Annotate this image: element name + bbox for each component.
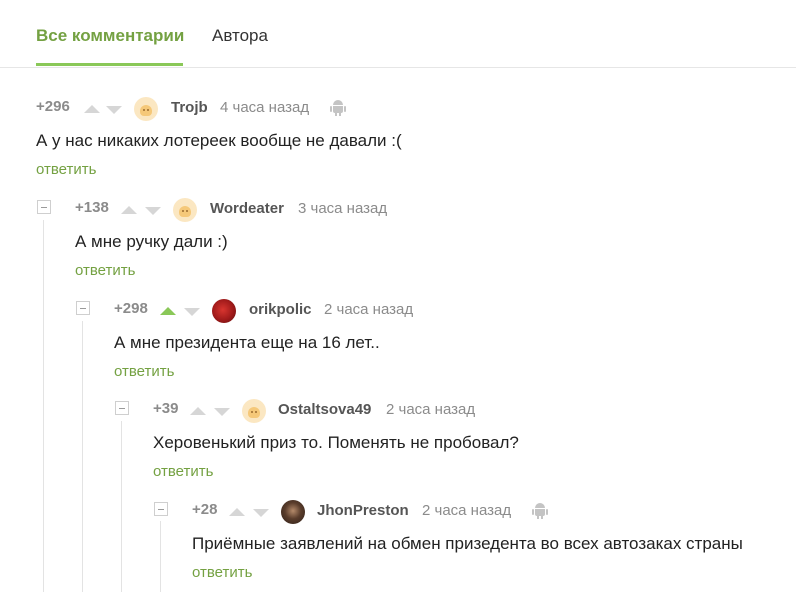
comment-username[interactable]: orikpolic	[249, 301, 312, 318]
comment-username[interactable]: Trojb	[171, 99, 208, 116]
reply-link[interactable]: ответить	[153, 463, 213, 480]
collapse-thread-button[interactable]	[37, 200, 51, 214]
upvote-icon[interactable]	[229, 508, 245, 516]
avatar-icon[interactable]	[212, 299, 236, 323]
avatar-icon[interactable]	[242, 399, 266, 423]
thread-line	[121, 421, 122, 592]
upvote-icon[interactable]	[160, 307, 176, 315]
comment-rating: +298	[114, 300, 148, 317]
tab-author[interactable]: Автора	[212, 26, 268, 46]
downvote-icon[interactable]	[214, 408, 230, 416]
reply-link[interactable]: ответить	[192, 564, 252, 581]
comment-username[interactable]: JhonPreston	[317, 502, 409, 519]
comment-text: Приёмные заявлений на обмен призедента в…	[192, 534, 743, 553]
avatar-icon[interactable]	[281, 500, 305, 524]
avatar-icon[interactable]	[134, 97, 158, 121]
comment: +138 Wordeater 3 часа назад А мне ручку …	[75, 198, 775, 288]
comment-time: 2 часа назад	[386, 401, 476, 418]
comment: +39 Ostaltsova49 2 часа назад Херовеньки…	[153, 399, 773, 489]
comment-rating: +39	[153, 400, 179, 417]
collapse-thread-button[interactable]	[115, 401, 129, 415]
collapse-thread-button[interactable]	[76, 301, 90, 315]
android-icon	[532, 503, 548, 519]
comment-text: А мне президента еще на 16 лет..	[114, 333, 380, 352]
comment: +298 orikpolic 2 часа назад А мне презид…	[114, 299, 774, 389]
downvote-icon[interactable]	[106, 106, 122, 114]
comment-username[interactable]: Wordeater	[210, 200, 284, 217]
downvote-icon[interactable]	[184, 308, 200, 316]
comment-rating: +28	[192, 501, 218, 518]
comment-rating: +138	[75, 199, 109, 216]
collapse-thread-button[interactable]	[154, 502, 168, 516]
downvote-icon[interactable]	[145, 207, 161, 215]
comment-time: 4 часа назад	[220, 99, 310, 116]
comment-text: А у нас никаких лотереек вообще не давал…	[36, 131, 402, 150]
comment-tabs: Все комментарии Автора	[0, 0, 796, 68]
comment-time: 3 часа назад	[298, 200, 388, 217]
comment-username[interactable]: Ostaltsova49	[278, 401, 371, 418]
reply-link[interactable]: ответить	[75, 262, 135, 279]
avatar-icon[interactable]	[173, 198, 197, 222]
thread-line	[82, 321, 83, 592]
upvote-icon[interactable]	[121, 206, 137, 214]
downvote-icon[interactable]	[253, 509, 269, 517]
thread-line	[160, 521, 161, 592]
reply-link[interactable]: ответить	[36, 161, 96, 178]
comment-time: 2 часа назад	[422, 502, 512, 519]
comment-time: 2 часа назад	[324, 301, 414, 318]
comment: +296 Trojb 4 часа назад А у нас никаких …	[36, 97, 776, 187]
android-icon	[330, 100, 346, 116]
upvote-icon[interactable]	[190, 407, 206, 415]
comment-text: Херовенький приз то. Поменять не пробова…	[153, 433, 519, 452]
tab-all-comments[interactable]: Все комментарии	[36, 26, 184, 46]
comment: +28 JhonPreston 2 часа назад Приёмные за…	[192, 500, 792, 590]
comment-text: А мне ручку дали :)	[75, 232, 228, 251]
thread-line	[43, 220, 44, 592]
active-tab-indicator	[36, 63, 183, 66]
comment-rating: +296	[36, 98, 70, 115]
reply-link[interactable]: ответить	[114, 363, 174, 380]
upvote-icon[interactable]	[84, 105, 100, 113]
